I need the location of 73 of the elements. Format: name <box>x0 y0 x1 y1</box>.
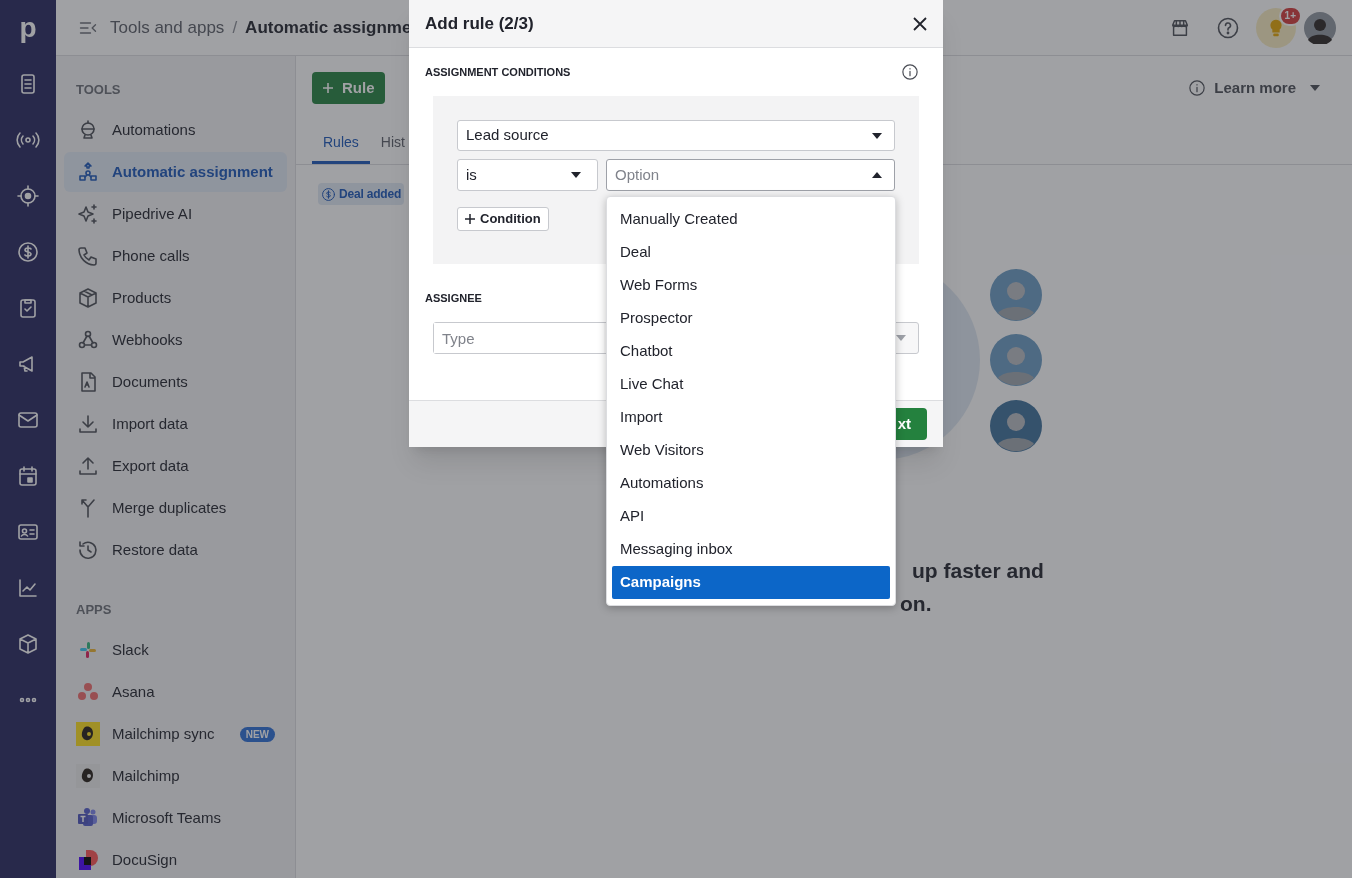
sidebar-item[interactable]: Slack <box>64 630 287 670</box>
sidebar-item[interactable]: Products <box>64 278 287 318</box>
trigger-tag: Deal added <box>318 183 405 205</box>
user-avatar[interactable] <box>1304 12 1336 44</box>
dropdown-option[interactable]: Manually Created <box>612 203 890 236</box>
sidebar-item[interactable]: Documents <box>64 362 287 402</box>
plus-icon <box>465 214 475 224</box>
section-heading: TOOLS <box>75 81 122 99</box>
tool-icon <box>76 286 100 310</box>
dropdown-option[interactable]: Campaigns <box>612 566 890 599</box>
tool-icon <box>76 244 100 268</box>
close-icon[interactable] <box>913 16 927 31</box>
new-badge: NEW <box>239 726 275 742</box>
sidebar-item[interactable]: DocuSign <box>64 840 287 878</box>
info-icon[interactable] <box>901 63 919 81</box>
operator-select[interactable]: is <box>457 159 598 191</box>
tool-icon <box>76 538 100 562</box>
marketplace-icon[interactable] <box>1169 17 1191 39</box>
app-logo-icon <box>76 722 100 746</box>
sidebar-item[interactable]: Automatic assignment <box>64 152 287 192</box>
sidebar-item[interactable]: Merge duplicates <box>64 488 287 528</box>
app-logo-icon <box>76 848 100 872</box>
sidebar-item[interactable]: Import data <box>64 404 287 444</box>
plus-icon <box>322 82 334 94</box>
caret-up-icon <box>872 172 882 178</box>
sidebar-item[interactable]: Pipedrive AI <box>64 194 287 234</box>
headline-text: up faster and <box>911 558 1044 584</box>
tool-icon <box>76 412 100 436</box>
breadcrumb-separator: / <box>232 16 238 39</box>
sidebar-item[interactable]: Mailchimp <box>64 756 287 796</box>
sidebar-item[interactable]: Mailchimp sync NEW <box>64 714 287 754</box>
dropdown-option[interactable]: API <box>612 500 890 533</box>
section-heading: ASSIGNMENT CONDITIONS <box>425 64 571 80</box>
sidebar-item[interactable]: Export data <box>64 446 287 486</box>
help-icon[interactable] <box>1216 16 1240 40</box>
sidebar-item[interactable]: Webhooks <box>64 320 287 360</box>
dropdown-option[interactable]: Live Chat <box>612 368 890 401</box>
section-heading: ASSIGNEE <box>425 291 483 306</box>
dropdown-option[interactable]: Web Forms <box>612 269 890 302</box>
dollar-icon <box>321 186 336 202</box>
section-heading: APPS <box>75 601 113 619</box>
target-icon[interactable] <box>16 184 40 208</box>
field-select[interactable]: Lead source <box>457 120 895 151</box>
info-icon <box>1188 79 1207 97</box>
learn-more-button[interactable]: Learn more <box>1188 76 1320 100</box>
tool-icon <box>76 202 100 226</box>
add-rule-button[interactable]: Rule <box>312 72 385 104</box>
tab[interactable]: Rules <box>312 124 370 164</box>
caret-down-icon <box>872 132 882 139</box>
caret-down-icon <box>1310 85 1320 91</box>
tool-icon <box>76 160 100 184</box>
caret-down-icon <box>571 172 581 178</box>
dollar-icon[interactable] <box>16 240 40 264</box>
value-select[interactable]: Option <box>606 159 895 191</box>
dropdown-option[interactable]: Automations <box>612 467 890 500</box>
sidebar-item[interactable]: Asana <box>64 672 287 712</box>
dropdown-option[interactable]: Messaging inbox <box>612 533 890 566</box>
add-condition-button[interactable]: Condition <box>457 207 549 231</box>
modal-title: Add rule (2/3) <box>425 12 534 35</box>
sidebar-item[interactable]: Automations <box>64 110 287 150</box>
sidebar-item[interactable]: Phone calls <box>64 236 287 276</box>
calendar-icon[interactable] <box>16 464 40 488</box>
tool-icon <box>76 454 100 478</box>
dropdown-option[interactable]: Deal <box>612 236 890 269</box>
page-title: Automatic assignme <box>245 16 412 39</box>
headline-text: on. <box>900 591 933 617</box>
box-icon[interactable] <box>16 632 40 656</box>
sidebar-item[interactable]: Microsoft Teams <box>64 798 287 838</box>
notification-badge: 1+ <box>1278 6 1302 26</box>
breadcrumb-link[interactable]: Tools and apps <box>110 14 225 41</box>
chart-icon[interactable] <box>16 576 40 600</box>
logo[interactable]: p <box>19 14 37 42</box>
sidebar-item[interactable]: Restore data <box>64 530 287 570</box>
